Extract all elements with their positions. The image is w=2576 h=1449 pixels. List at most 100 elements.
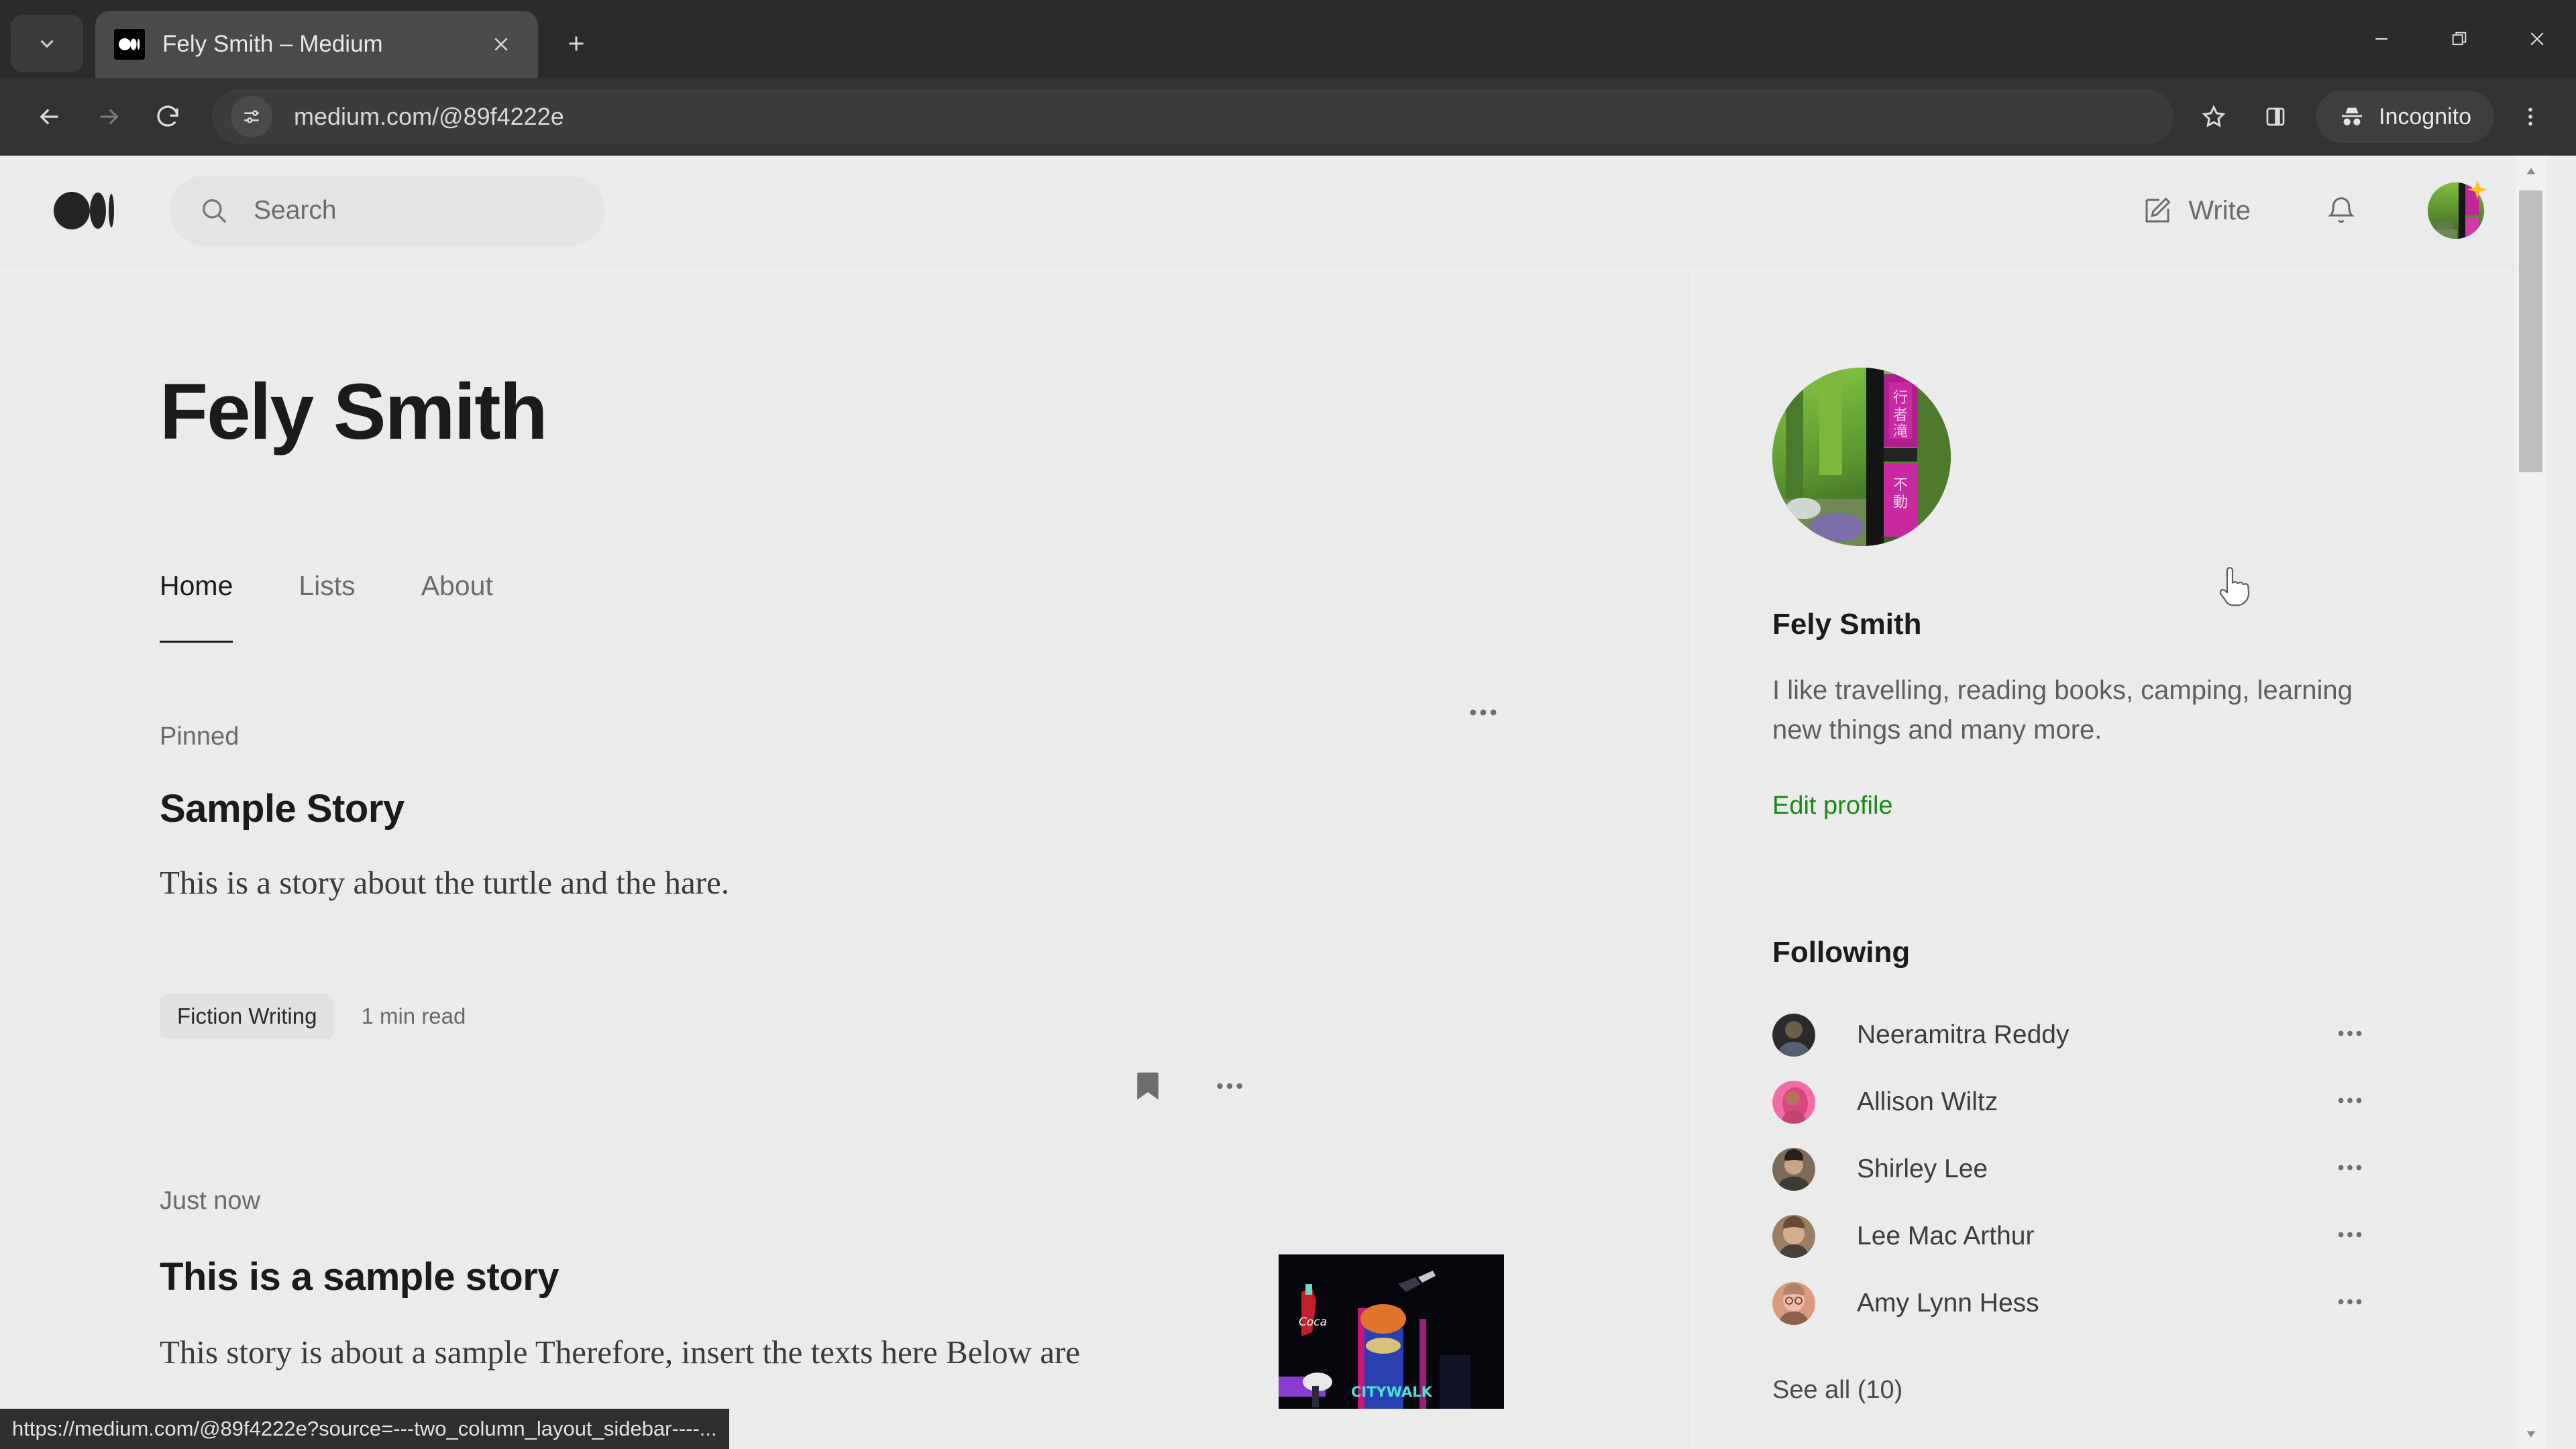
window-controls	[2343, 0, 2576, 78]
story-thumbnail[interactable]: Coca CITYWALK	[1279, 1254, 1504, 1409]
bell-icon	[2327, 197, 2355, 223]
user-avatar	[1772, 1215, 1815, 1258]
following-more-button[interactable]	[2334, 1085, 2365, 1120]
story-kicker: Just now	[160, 1186, 260, 1215]
star-badge-icon	[2467, 180, 2487, 199]
maximize-icon	[2452, 32, 2467, 46]
close-window-button[interactable]	[2498, 0, 2576, 78]
svg-text:CITYWALK: CITYWALK	[1351, 1384, 1433, 1400]
story-subtitle: This story is about a sample Therefore, …	[160, 1333, 1081, 1371]
see-all-following-link[interactable]: See all (10)	[1772, 1376, 1902, 1405]
following-more-button[interactable]	[2334, 1018, 2365, 1053]
ellipsis-icon	[2338, 1232, 2362, 1238]
back-button[interactable]	[20, 87, 79, 146]
following-list: Neeramitra Reddy Allison Wiltz Shirley L…	[1772, 1002, 2362, 1337]
following-name: Lee Mac Arthur	[1857, 1222, 2035, 1251]
tab-about[interactable]: About	[421, 570, 493, 643]
profile-more-button[interactable]	[1466, 695, 1501, 733]
bookmark-button[interactable]	[2188, 91, 2239, 142]
story-text-block: This is a sample story This story is abo…	[160, 1254, 1206, 1377]
following-more-button[interactable]	[2334, 1152, 2365, 1187]
scroll-up-button[interactable]	[2516, 156, 2546, 186]
url-text: medium.com/@89f4222e	[294, 103, 564, 130]
page-scrollbar[interactable]	[2516, 156, 2546, 1449]
medium-logo-icon[interactable]	[54, 191, 114, 230]
story-meta: Fiction Writing 1 min read	[160, 994, 1368, 1099]
search-input[interactable]: Search	[169, 175, 605, 246]
following-more-button[interactable]	[2334, 1220, 2365, 1254]
page-title: Fely Smith	[160, 368, 548, 456]
scroll-down-button[interactable]	[2516, 1419, 2546, 1449]
new-tab-button[interactable]	[554, 21, 598, 66]
story-subtitle: This is a story about the turtle and the…	[160, 864, 730, 901]
maximize-button[interactable]	[2420, 0, 2498, 78]
story-card-recent: Just now This is a sample story This sto…	[160, 1186, 1504, 1409]
tab-title: Fely Smith – Medium	[162, 31, 383, 57]
story-more-button[interactable]	[1213, 1069, 1246, 1106]
story-tag[interactable]: Fiction Writing	[160, 994, 335, 1038]
browser-toolbar: medium.com/@89f4222e Incognito	[0, 78, 2576, 156]
list-item[interactable]: Lee Mac Arthur	[1772, 1203, 2390, 1270]
list-item[interactable]: Neeramitra Reddy	[1772, 1002, 2390, 1069]
medium-logo-glyph	[54, 191, 114, 229]
browser-tab-active[interactable]: Fely Smith – Medium	[95, 11, 538, 78]
medium-site-header: Search Write	[0, 156, 2546, 266]
reload-button[interactable]	[138, 87, 197, 146]
ellipsis-icon	[2338, 1031, 2362, 1036]
medium-logo-icon	[114, 29, 145, 60]
svg-text:不: 不	[1893, 477, 1908, 494]
bookmark-filled-icon	[1137, 1072, 1159, 1099]
chevron-down-icon	[40, 40, 54, 48]
story-title[interactable]: This is a sample story	[160, 1254, 1206, 1299]
main-column: Fely Smith Home Lists About Pinned Sampl…	[0, 266, 1689, 1449]
user-avatar-large: 行 者 滝 不 動	[1772, 368, 1951, 546]
list-item[interactable]: Amy Lynn Hess	[1772, 1270, 2390, 1337]
scrollbar-thumb[interactable]	[2519, 191, 2542, 472]
incognito-indicator[interactable]: Incognito	[2316, 91, 2494, 143]
tab-search-button[interactable]	[11, 15, 83, 72]
profile-tabs-wrapper: Home Lists About	[160, 570, 1528, 643]
following-name: Allison Wiltz	[1857, 1087, 1998, 1117]
browser-menu-button[interactable]	[2505, 91, 2556, 142]
bookmark-button[interactable]	[1130, 1068, 1166, 1108]
page-viewport: Search Write Fely Smith Home Lists About…	[0, 156, 2576, 1449]
user-avatar-button[interactable]	[2428, 180, 2487, 239]
minimize-icon	[2375, 38, 2387, 40]
following-heading: Following	[1772, 936, 1911, 969]
following-more-button[interactable]	[2334, 1287, 2365, 1321]
list-item[interactable]: Shirley Lee	[1772, 1136, 2390, 1203]
arrow-left-icon	[40, 109, 58, 125]
side-panel-icon	[2266, 107, 2285, 126]
list-item[interactable]: Allison Wiltz	[1772, 1069, 2390, 1136]
write-button[interactable]: Write	[2141, 195, 2251, 227]
site-settings-button[interactable]	[231, 96, 272, 138]
minimize-button[interactable]	[2343, 0, 2420, 78]
star-icon	[2202, 105, 2226, 127]
avatar	[1772, 1282, 1815, 1326]
kebab-menu-icon	[2528, 107, 2532, 126]
ellipsis-icon	[2338, 1098, 2362, 1104]
sidebar-profile-name: Fely Smith	[1772, 608, 1922, 641]
tab-close-button[interactable]	[483, 26, 519, 62]
sidebar-bio: I like travelling, reading books, campin…	[1772, 676, 2353, 745]
user-avatar	[1772, 1081, 1815, 1124]
triangle-down-icon	[2526, 1430, 2535, 1438]
side-panel-button[interactable]	[2250, 91, 2301, 142]
story-title[interactable]: Sample Story	[160, 786, 1368, 831]
plus-icon	[569, 36, 584, 51]
forward-button[interactable]	[79, 87, 138, 146]
night-city-neon-photo: Coca CITYWALK	[1279, 1254, 1504, 1409]
avatar	[1772, 1081, 1815, 1124]
notifications-button[interactable]	[2324, 194, 2358, 227]
tab-home[interactable]: Home	[160, 570, 233, 643]
sidebar-column: 行 者 滝 不 動 Fely Smith I like travelling, …	[1689, 266, 2546, 1449]
edit-profile-link[interactable]: Edit profile	[1772, 792, 1893, 820]
sidebar-avatar[interactable]: 行 者 滝 不 動	[1772, 368, 1951, 546]
write-pencil-icon	[2145, 197, 2171, 223]
tab-lists[interactable]: Lists	[299, 570, 355, 643]
main-content: Fely Smith Home Lists About Pinned Sampl…	[0, 266, 1528, 1409]
medium-logo-glyph	[119, 38, 140, 50]
following-name: Neeramitra Reddy	[1857, 1020, 2070, 1050]
following-name: Amy Lynn Hess	[1857, 1289, 2039, 1318]
address-bar[interactable]: medium.com/@89f4222e	[212, 89, 2174, 144]
